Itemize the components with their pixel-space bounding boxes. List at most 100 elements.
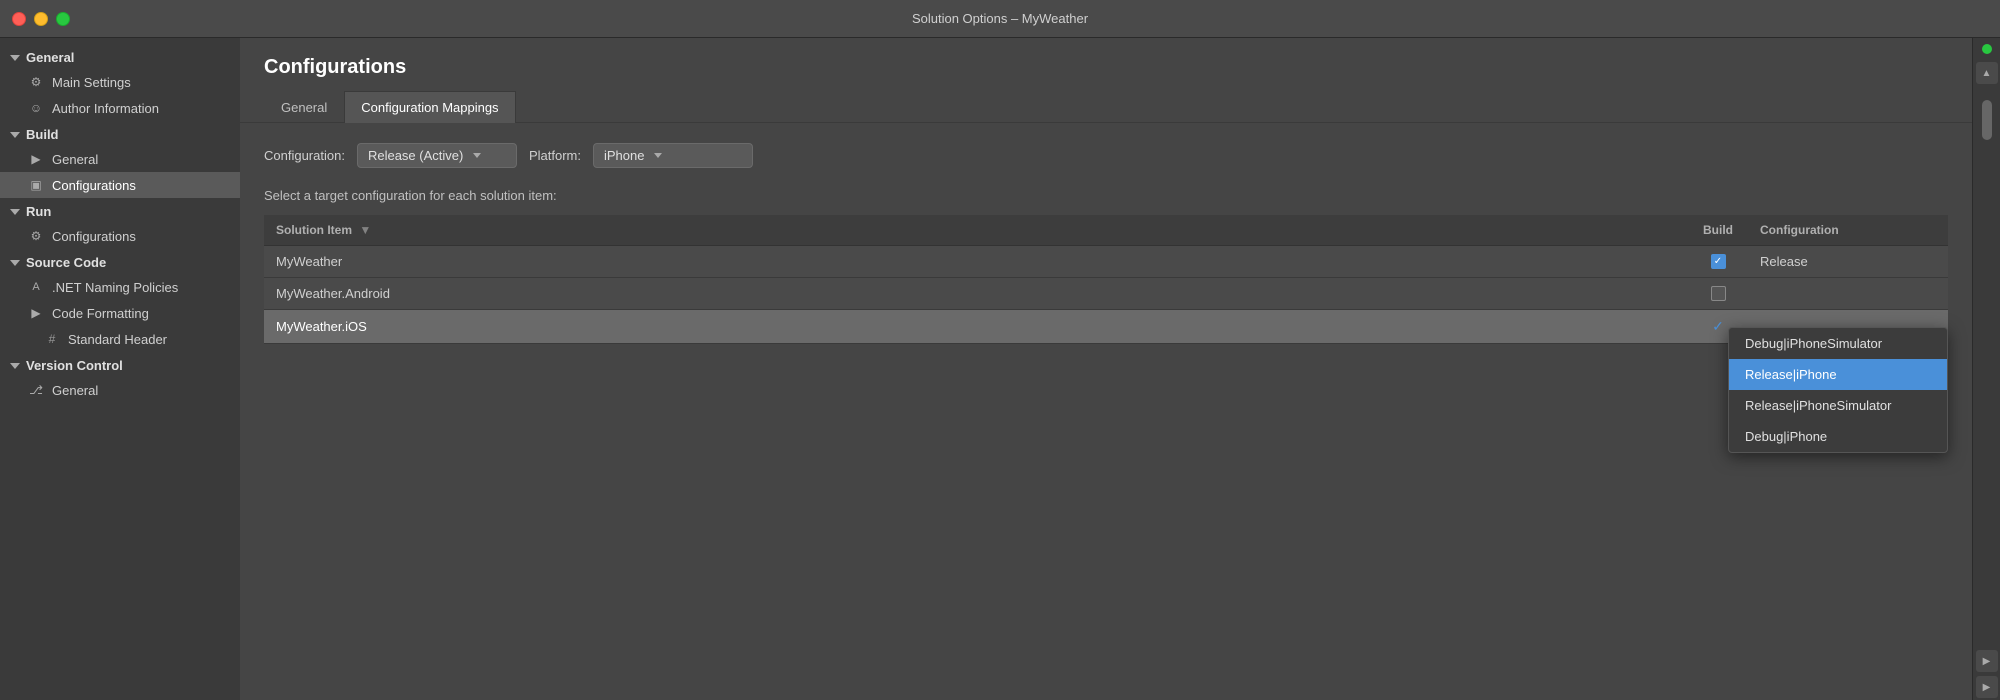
sidebar-item-vc-general[interactable]: ⎇ General [0, 377, 240, 403]
platform-value: iPhone [604, 148, 644, 163]
configuration-dropdown[interactable]: Release (Active) [357, 143, 517, 168]
sidebar-group-version-control-label: Version Control [26, 358, 123, 373]
chevron-down-icon [10, 132, 20, 138]
cell-build[interactable] [1688, 278, 1748, 310]
cell-build[interactable] [1688, 246, 1748, 278]
sidebar-item-standard-header-label: Standard Header [68, 332, 167, 347]
dropdown-item-label: Release|iPhone [1745, 367, 1837, 382]
platform-label: Platform: [529, 148, 581, 163]
sidebar-item-code-formatting[interactable]: ▶ Code Formatting [0, 300, 240, 326]
window-controls [12, 12, 70, 26]
sidebar-group-version-control[interactable]: Version Control [0, 354, 240, 377]
sidebar-section-source-code: Source Code A .NET Naming Policies ▶ Cod… [0, 251, 240, 352]
sidebar-group-build[interactable]: Build [0, 123, 240, 146]
sidebar-group-general[interactable]: General [0, 46, 240, 69]
sidebar-item-standard-header[interactable]: # Standard Header [0, 326, 240, 352]
window-title: Solution Options – MyWeather [912, 11, 1088, 26]
grid-icon: ▣ [28, 177, 44, 193]
chevron-down-icon [10, 55, 20, 61]
cell-solution-item: MyWeather [264, 246, 1688, 278]
config-dropdown-menu: Debug|iPhoneSimulator Release|iPhone Rel… [1728, 327, 1948, 453]
sidebar-item-run-configurations-label: Configurations [52, 229, 136, 244]
status-indicator [1982, 44, 1992, 54]
tab-configuration-mappings[interactable]: Configuration Mappings [344, 91, 515, 123]
sidebar-item-configurations-label: Configurations [52, 178, 136, 193]
dropdown-item-label: Debug|iPhoneSimulator [1745, 336, 1882, 351]
minimize-button[interactable] [34, 12, 48, 26]
dropdown-item-release-iphone-sim[interactable]: Release|iPhoneSimulator [1729, 390, 1947, 421]
platform-dropdown[interactable]: iPhone [593, 143, 753, 168]
dropdown-item-label: Release|iPhoneSimulator [1745, 398, 1891, 413]
scrollbar-thumb[interactable] [1982, 100, 1992, 140]
config-row: Configuration: Release (Active) Platform… [264, 143, 1948, 168]
tabs-bar: General Configuration Mappings [240, 91, 1972, 123]
sort-arrow-icon: ▼ [359, 223, 371, 237]
build-checkbox[interactable] [1711, 286, 1726, 301]
sidebar-item-vc-general-label: General [52, 383, 98, 398]
triangle-right-icon: ▶ [28, 305, 44, 321]
content-header: Configurations [240, 38, 1972, 91]
sidebar-item-build-general[interactable]: ▶ General [0, 146, 240, 172]
cell-configuration: Release [1748, 246, 1948, 278]
config-table: Solution Item ▼ Build Configuration [264, 215, 1948, 344]
dropdown-arrow-icon [473, 153, 481, 158]
cell-configuration [1748, 278, 1948, 310]
table-row[interactable]: MyWeather Release [264, 246, 1948, 278]
scroll-right-button-1[interactable]: ▶ [1976, 650, 1998, 672]
tab-general[interactable]: General [264, 91, 344, 123]
col-header-build: Build [1688, 215, 1748, 246]
scroll-right-button-2[interactable]: ▶ [1976, 676, 1998, 698]
sidebar-group-build-label: Build [26, 127, 59, 142]
scrollbar-track [1980, 90, 1994, 644]
sidebar-item-configurations[interactable]: ▣ Configurations [0, 172, 240, 198]
sidebar-group-general-label: General [26, 50, 74, 65]
maximize-button[interactable] [56, 12, 70, 26]
sidebar-section-run: Run ⚙ Configurations [0, 200, 240, 249]
sidebar-item-build-general-label: General [52, 152, 98, 167]
chevron-down-icon [10, 363, 20, 369]
chevron-down-icon [10, 209, 20, 215]
table-header-row: Solution Item ▼ Build Configuration [264, 215, 1948, 246]
sidebar-item-run-configurations[interactable]: ⚙ Configurations [0, 223, 240, 249]
col-header-solution-item: Solution Item ▼ [264, 215, 1688, 246]
sidebar-item-code-formatting-label: Code Formatting [52, 306, 149, 321]
main-container: General ⚙ Main Settings ☺ Author Informa… [0, 38, 2000, 700]
build-checkbox[interactable] [1711, 254, 1726, 269]
cell-solution-item: MyWeather.Android [264, 278, 1688, 310]
close-button[interactable] [12, 12, 26, 26]
sidebar-group-run[interactable]: Run [0, 200, 240, 223]
sidebar-group-source-code-label: Source Code [26, 255, 106, 270]
table-description: Select a target configuration for each s… [264, 188, 1948, 203]
sidebar-group-source-code[interactable]: Source Code [0, 251, 240, 274]
text-icon: A [28, 279, 44, 295]
configuration-value: Release (Active) [368, 148, 463, 163]
dropdown-menu: Debug|iPhoneSimulator Release|iPhone Rel… [1728, 327, 1948, 453]
checkmark-icon: ✓ [1712, 318, 1724, 335]
cell-solution-item: MyWeather.iOS [264, 310, 1688, 344]
config-table-container: Solution Item ▼ Build Configuration [264, 215, 1948, 344]
dropdown-item-debug-iphone-sim[interactable]: Debug|iPhoneSimulator [1729, 328, 1947, 359]
triangle-right-icon: ▶ [28, 151, 44, 167]
dropdown-item-release-iphone[interactable]: Release|iPhone [1729, 359, 1947, 390]
dropdown-arrow-icon [654, 153, 662, 158]
table-row[interactable]: MyWeather.iOS ✓ [264, 310, 1948, 344]
right-panel: ▲ ▶ ▶ [1972, 38, 2000, 700]
page-title: Configurations [264, 56, 1948, 79]
sidebar-section-general: General ⚙ Main Settings ☺ Author Informa… [0, 46, 240, 121]
sidebar-item-naming-policies[interactable]: A .NET Naming Policies [0, 274, 240, 300]
table-row[interactable]: MyWeather.Android [264, 278, 1948, 310]
hash-icon: # [44, 331, 60, 347]
chevron-down-icon [10, 260, 20, 266]
smiley-icon: ☺ [28, 100, 44, 116]
content-area: Configurations General Configuration Map… [240, 38, 1972, 700]
sidebar-item-author-info[interactable]: ☺ Author Information [0, 95, 240, 121]
sidebar-item-main-settings[interactable]: ⚙ Main Settings [0, 69, 240, 95]
config-label: Configuration: [264, 148, 345, 163]
col-header-configuration: Configuration [1748, 215, 1948, 246]
scroll-up-button[interactable]: ▲ [1976, 62, 1998, 84]
sidebar-group-run-label: Run [26, 204, 51, 219]
dropdown-item-debug-iphone[interactable]: Debug|iPhone [1729, 421, 1947, 452]
sidebar-section-version-control: Version Control ⎇ General [0, 354, 240, 403]
gear-icon: ⚙ [28, 228, 44, 244]
sidebar: General ⚙ Main Settings ☺ Author Informa… [0, 38, 240, 700]
